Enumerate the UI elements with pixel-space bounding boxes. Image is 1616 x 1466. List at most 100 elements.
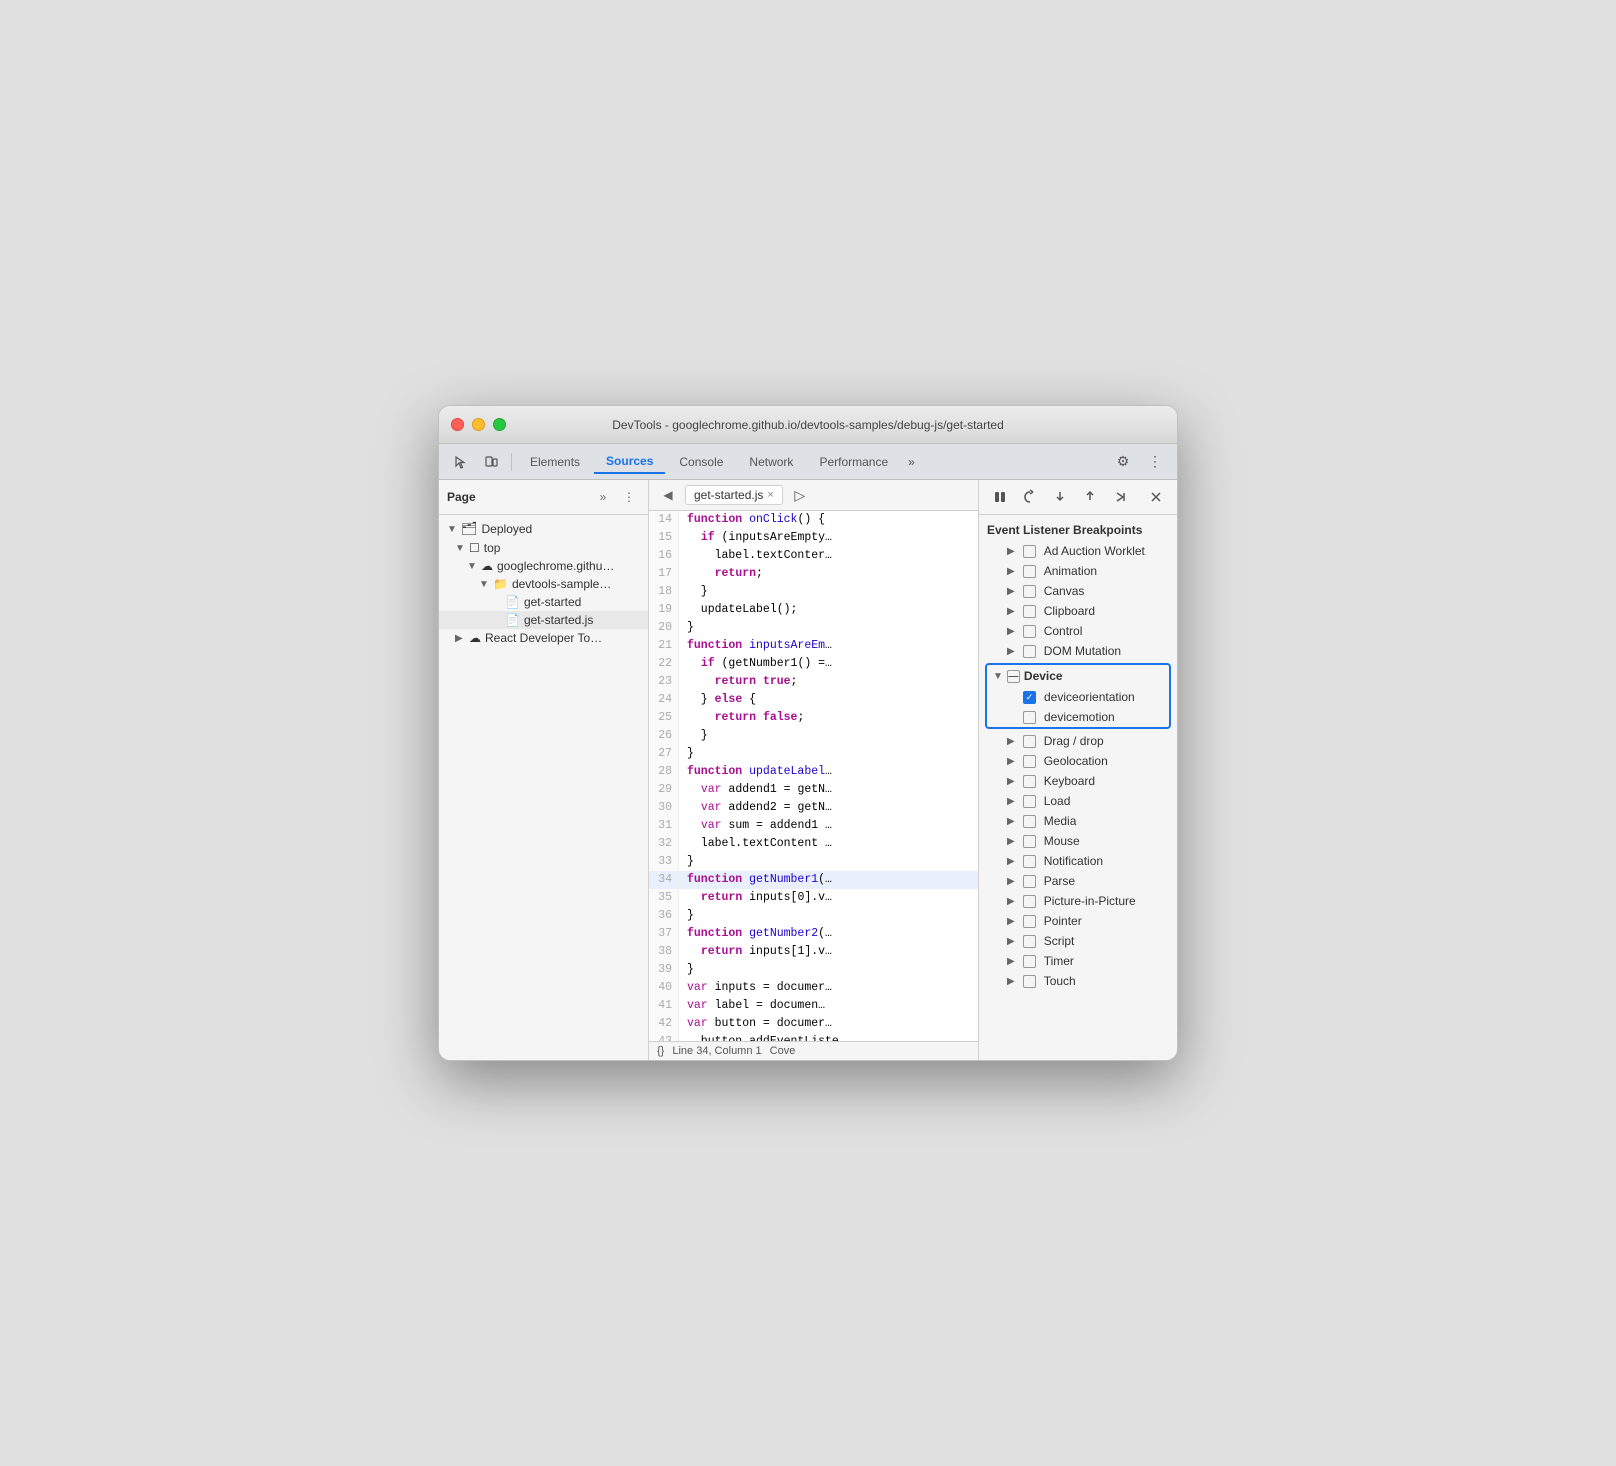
bp-section-device: ▼ — Device deviceorientation devicemotio… (985, 663, 1171, 729)
bp-item-animation[interactable]: ▶ Animation (979, 561, 1177, 581)
code-tab-close[interactable]: × (767, 489, 773, 501)
bp-check-ad-auction[interactable] (1023, 545, 1036, 558)
code-line-21: 21 function inputsAreEm… (649, 637, 978, 655)
code-line-16: 16 label.textConter… (649, 547, 978, 565)
bp-item-clipboard[interactable]: ▶ Clipboard (979, 601, 1177, 621)
bp-item-geolocation[interactable]: ▶ Geolocation (979, 751, 1177, 771)
format-icon[interactable]: {} (657, 1045, 664, 1057)
bp-item-drag-drop[interactable]: ▶ Drag / drop (979, 731, 1177, 751)
bp-check-media[interactable] (1023, 815, 1036, 828)
bp-check-mouse[interactable] (1023, 835, 1036, 848)
bp-item-pip[interactable]: ▶ Picture-in-Picture (979, 891, 1177, 911)
tab-elements[interactable]: Elements (518, 451, 592, 473)
bp-item-control[interactable]: ▶ Control (979, 621, 1177, 641)
bp-item-timer[interactable]: ▶ Timer (979, 951, 1177, 971)
code-tab-file: get-started.js × (685, 485, 783, 505)
tree-item-devtools-samples[interactable]: ▼ 📁 devtools-sample… (439, 575, 648, 593)
bp-item-media[interactable]: ▶ Media (979, 811, 1177, 831)
code-line-38: 38 return inputs[1].v… (649, 943, 978, 961)
code-line-34: 34 function getNumber1(… (649, 871, 978, 889)
code-line-14: 14 function onClick() { (649, 511, 978, 529)
step-into-btn[interactable] (1047, 484, 1073, 510)
code-line-18: 18 } (649, 583, 978, 601)
bp-item-mouse[interactable]: ▶ Mouse (979, 831, 1177, 851)
tree-item-deployed[interactable]: ▼ 🗂 Deployed (439, 519, 648, 539)
code-body[interactable]: 14 function onClick() { 15 if (inputsAre… (649, 511, 978, 1041)
bp-item-ad-auction[interactable]: ▶ Ad Auction Worklet (979, 541, 1177, 561)
bp-check-deviceorientation[interactable] (1023, 691, 1036, 704)
minimize-button[interactable] (472, 418, 485, 431)
tree-item-googlechrome[interactable]: ▼ ☁ googlechrome.githu… (439, 557, 648, 575)
tab-console[interactable]: Console (667, 451, 735, 473)
bp-item-dom-mutation[interactable]: ▶ DOM Mutation (979, 641, 1177, 661)
code-line-36: 36 } (649, 907, 978, 925)
tab-performance[interactable]: Performance (807, 451, 900, 473)
panel-menu-btn[interactable]: ⋮ (618, 486, 640, 508)
bp-check-dom-mutation[interactable] (1023, 645, 1036, 658)
bp-item-canvas[interactable]: ▶ Canvas (979, 581, 1177, 601)
bp-check-script[interactable] (1023, 935, 1036, 948)
device-toggle-icon[interactable] (477, 448, 505, 476)
cursor-icon[interactable] (447, 448, 475, 476)
code-line-42: 42 var button = documer… (649, 1015, 978, 1033)
bp-check-pointer[interactable] (1023, 915, 1036, 928)
step-out-btn[interactable] (1077, 484, 1103, 510)
bp-item-deviceorientation[interactable]: deviceorientation (987, 687, 1169, 707)
maximize-button[interactable] (493, 418, 506, 431)
line-col-status: Line 34, Column 1 (672, 1045, 761, 1057)
bp-check-devicemotion[interactable] (1023, 711, 1036, 724)
tab-separator (511, 453, 512, 471)
bp-check-timer[interactable] (1023, 955, 1036, 968)
bp-item-parse[interactable]: ▶ Parse (979, 871, 1177, 891)
bp-item-notification[interactable]: ▶ Notification (979, 851, 1177, 871)
deactivate-breakpoints-btn[interactable] (1143, 484, 1169, 510)
tab-sources[interactable]: Sources (594, 450, 665, 474)
bp-item-pointer[interactable]: ▶ Pointer (979, 911, 1177, 931)
pause-btn[interactable] (987, 484, 1013, 510)
bp-item-script[interactable]: ▶ Script (979, 931, 1177, 951)
step-over-btn[interactable] (1017, 484, 1043, 510)
close-button[interactable] (451, 418, 464, 431)
bp-check-keyboard[interactable] (1023, 775, 1036, 788)
more-options-icon[interactable]: ⋮ (1141, 448, 1169, 476)
code-line-29: 29 var addend1 = getN… (649, 781, 978, 799)
arrow-deployed: ▼ (447, 524, 457, 535)
bp-item-devicemotion[interactable]: devicemotion (987, 707, 1169, 727)
settings-icon[interactable]: ⚙ (1109, 448, 1137, 476)
run-snippet-btn[interactable]: ▷ (789, 484, 811, 506)
tree-item-get-started-js[interactable]: ▶ 📄 get-started.js (439, 611, 648, 629)
step-btn[interactable] (1107, 484, 1133, 510)
tree-item-top[interactable]: ▼ ☐ top (439, 539, 648, 557)
code-line-28: 28 function updateLabel… (649, 763, 978, 781)
tree-item-get-started[interactable]: ▶ 📄 get-started (439, 593, 648, 611)
bp-check-notification[interactable] (1023, 855, 1036, 868)
bp-check-touch[interactable] (1023, 975, 1036, 988)
bp-check-control[interactable] (1023, 625, 1036, 638)
bp-check-pip[interactable] (1023, 895, 1036, 908)
bp-item-load[interactable]: ▶ Load (979, 791, 1177, 811)
bp-check-parse[interactable] (1023, 875, 1036, 888)
tree-item-react[interactable]: ▶ ☁ React Developer To… (439, 629, 648, 647)
panel-more-btn[interactable]: » (592, 486, 614, 508)
bp-check-animation[interactable] (1023, 565, 1036, 578)
bp-check-geolocation[interactable] (1023, 755, 1036, 768)
file-tree: ▼ 🗂 Deployed ▼ ☐ top ▼ ☁ googlechrome.gi… (439, 515, 648, 1060)
bp-item-touch[interactable]: ▶ Touch (979, 971, 1177, 991)
bp-check-drag-drop[interactable] (1023, 735, 1036, 748)
bp-check-clipboard[interactable] (1023, 605, 1036, 618)
code-line-31: 31 var sum = addend1 … (649, 817, 978, 835)
code-line-43: 43 button.addEventListe… (649, 1033, 978, 1041)
bp-check-device-parent[interactable]: — (1007, 670, 1020, 683)
devtools-window: DevTools - googlechrome.github.io/devtoo… (438, 405, 1178, 1061)
arrow-googlechrome: ▼ (467, 561, 477, 572)
bp-check-canvas[interactable] (1023, 585, 1036, 598)
label-get-started: get-started (524, 595, 581, 609)
code-line-20: 20 } (649, 619, 978, 637)
label-react: React Developer To… (485, 631, 602, 645)
bp-item-keyboard[interactable]: ▶ Keyboard (979, 771, 1177, 791)
back-btn[interactable]: ◀ (657, 484, 679, 506)
bp-device-header[interactable]: ▼ — Device (987, 665, 1169, 687)
tab-network[interactable]: Network (737, 451, 805, 473)
bp-check-load[interactable] (1023, 795, 1036, 808)
more-tabs-button[interactable]: » (902, 451, 921, 473)
